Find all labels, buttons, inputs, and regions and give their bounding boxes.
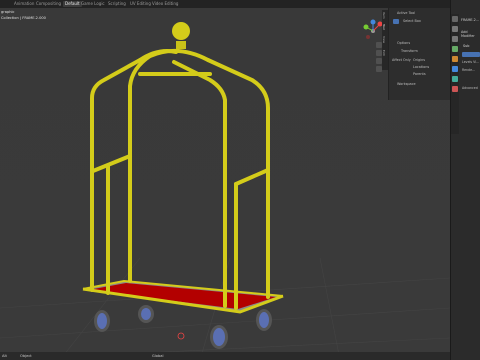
workspace-tab-bar: Animation Compositing Default Game Logic… [0,0,480,8]
tab-game-logic[interactable]: Game Logic [81,1,105,7]
sidebar-tab-item[interactable]: Item [382,12,386,19]
active-tool-header[interactable]: Active Tool [397,11,415,15]
properties-editor: FRAME.2... Add Modifier Sub Levels Vi...… [450,0,480,360]
options-header[interactable]: Options [397,41,410,45]
properties-tabs [451,14,459,134]
alt-key-hint: Alt [2,353,7,358]
parents-checkbox[interactable]: Parents [413,72,426,76]
levels-viewport-field[interactable]: Levels Vi... [462,60,479,64]
sidebar-tab-edit[interactable]: Edit [382,50,386,56]
cart-finial-base [176,41,186,49]
transform-header[interactable]: Transform [401,49,418,53]
render-props-icon[interactable] [452,26,458,32]
object-props-icon[interactable] [452,56,458,62]
cart-finial-ball [172,22,190,40]
tab-compositing[interactable]: Compositing [36,1,61,7]
transform-orientation-dropdown[interactable]: Global [152,354,163,358]
modifier-props-icon[interactable] [452,66,458,72]
tab-default[interactable]: Default [63,1,82,7]
origins-checkbox[interactable]: Origins [413,58,425,62]
object-name: FRAME.2... [461,18,480,22]
3d-cursor[interactable] [177,332,185,340]
modifier-mode-toggle[interactable] [462,52,480,57]
advanced-subpanel[interactable]: Advanced [462,86,478,90]
tab-video-editing[interactable]: Video Editing [152,1,178,7]
modifier-name: Sub [463,44,470,48]
cart-frame [90,48,270,310]
material-props-icon[interactable] [452,86,458,92]
sidebar-panel: Active Tool Select Box Options Transform… [388,8,451,100]
object-mode-menu[interactable]: Object [20,354,32,358]
add-modifier-button[interactable]: Add Modifier [461,30,480,38]
tab-animation[interactable]: Animation [14,1,34,7]
locations-checkbox[interactable]: Locations [413,65,429,69]
viewport-bottom-bar: Alt Object Global [0,352,450,360]
scene-props-icon[interactable] [452,46,458,52]
affect-only-label: Affect Only [392,58,411,62]
tab-scripting[interactable]: Scripting [108,1,126,7]
select-box-label: Select Box [403,19,421,23]
tab-uv-editing[interactable]: UV Editing [130,1,151,7]
sidebar-tab-tool[interactable]: Tool [382,24,386,30]
output-props-icon[interactable] [452,36,458,42]
sidebar-tabs: Item Tool View Edit [382,10,388,70]
render-levels-field[interactable]: Rende... [462,68,475,72]
tool-props-icon[interactable] [452,16,458,22]
select-box-icon[interactable] [393,19,399,24]
sidebar-tab-view[interactable]: View [382,36,386,43]
physics-props-icon[interactable] [452,76,458,82]
workspace-header[interactable]: Workspace [397,82,416,86]
